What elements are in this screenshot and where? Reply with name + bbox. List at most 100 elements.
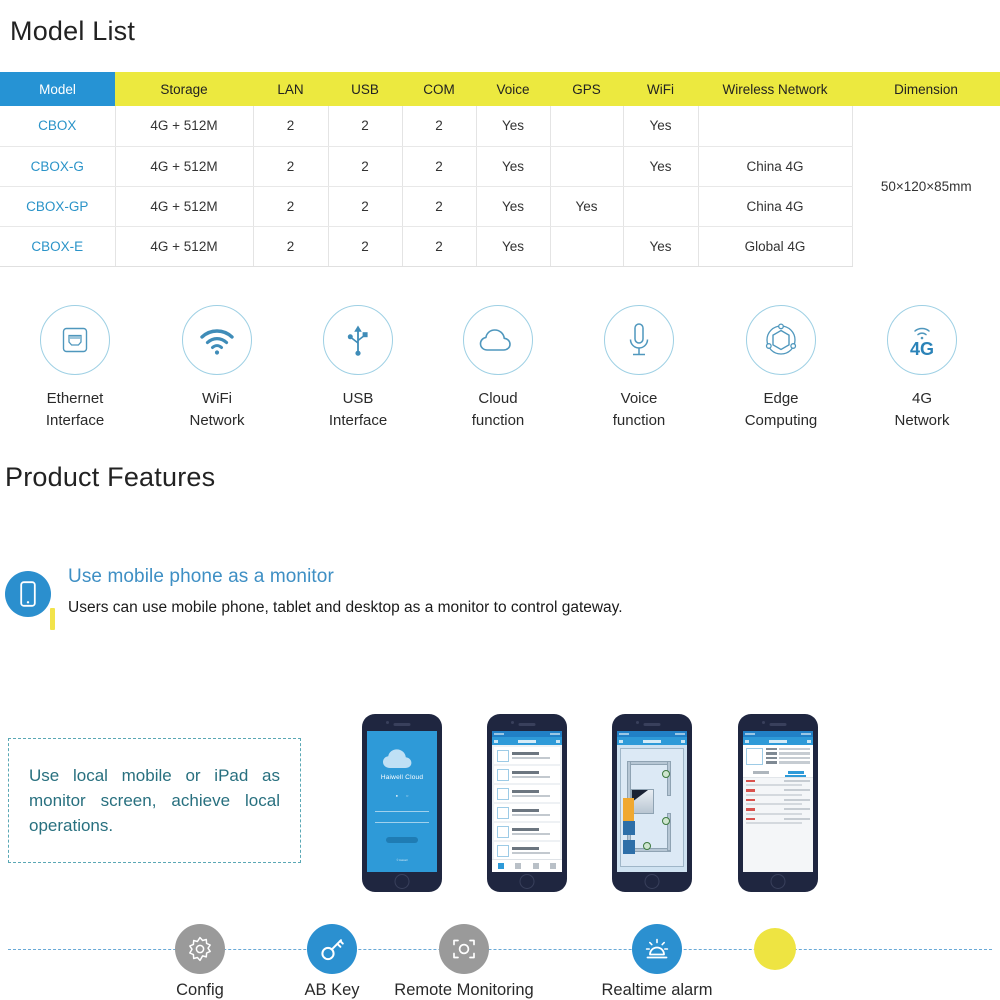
cell-voice: Yes: [476, 146, 551, 187]
login-options: ● ○: [395, 793, 409, 798]
4g-signal-icon: 4G: [887, 305, 957, 375]
list-item[interactable]: [494, 766, 560, 783]
control-button[interactable]: [623, 821, 635, 836]
cell-usb: 2: [328, 146, 403, 187]
cell-usb: 2: [328, 226, 403, 267]
wifi-icon: [182, 305, 252, 375]
column-header-model: Model: [0, 72, 115, 106]
front-camera-icon: [511, 721, 514, 724]
valve-icon[interactable]: [661, 770, 670, 779]
camera-focus-icon[interactable]: [439, 924, 489, 974]
column-header-usb: USB: [328, 72, 402, 106]
tab-bar[interactable]: [492, 859, 562, 872]
home-button[interactable]: [770, 874, 786, 889]
list-item[interactable]: [494, 823, 560, 840]
cell-dimension: 50×120×85mm: [880, 178, 972, 194]
cloud-brand-label: Haiwell Cloud: [380, 774, 424, 781]
earpiece-icon: [518, 723, 536, 726]
list-item[interactable]: [494, 785, 560, 802]
capability-label: 4G Network: [857, 388, 987, 432]
device-thumb-icon: [497, 844, 509, 857]
capability-label-line1: Voice: [620, 390, 658, 407]
timeline-node-remote-monitoring[interactable]: Remote Monitoring: [384, 908, 544, 1000]
phone-screen: Haiwell Cloud ● ○ © Haiwell: [367, 731, 437, 872]
home-button[interactable]: [644, 874, 660, 889]
cell-gps: [550, 226, 624, 267]
column-header-wifi: WiFi: [623, 72, 698, 106]
front-camera-icon: [636, 721, 639, 724]
device-list[interactable]: [492, 745, 562, 872]
list-item: [746, 789, 810, 796]
timeline-node-endpoint: [695, 908, 855, 977]
table-row: CBOX-GP 4G + 512M 2 2 2 Yes Yes China 4G: [0, 186, 1000, 227]
usb-icon: [323, 305, 393, 375]
status-tag: [623, 798, 634, 825]
gear-icon[interactable]: [175, 924, 225, 974]
column-header-storage: Storage: [115, 72, 253, 106]
table-row: CBOX 4G + 512M 2 2 2 Yes Yes 50×120×85mm: [0, 106, 1000, 194]
hmi-canvas[interactable]: [620, 748, 684, 867]
capability-label: Voice function: [574, 388, 704, 432]
cell-wireless-network: China 4G: [698, 186, 853, 227]
tab-alarm-records[interactable]: [778, 769, 813, 777]
valve-icon[interactable]: [661, 816, 670, 825]
capability-ethernet: Ethernet Interface: [10, 305, 140, 432]
capability-label-line2: Interface: [45, 412, 105, 429]
microphone-icon: [604, 305, 674, 375]
cell-wifi: Yes: [623, 146, 699, 187]
capability-cloud: Cloud function: [433, 305, 563, 432]
phone-screen: [617, 731, 687, 872]
cell-wifi: [623, 186, 699, 227]
list-item[interactable]: [494, 804, 560, 821]
page-title-model-list: Model List: [10, 16, 136, 46]
capability-label: Edge Computing: [716, 388, 846, 432]
cell-wireless-network: China 4G: [698, 146, 853, 187]
tab-history[interactable]: [743, 769, 778, 777]
cell-voice: Yes: [476, 106, 551, 147]
capability-icon-row: Ethernet Interface WiFi Network USB Inte…: [0, 305, 1000, 445]
login-button[interactable]: [386, 837, 418, 843]
cell-wifi: Yes: [623, 106, 699, 147]
alarm-log-list: [743, 778, 813, 830]
alarm-detail-screen[interactable]: [743, 745, 813, 872]
home-button[interactable]: [519, 874, 535, 889]
password-input[interactable]: [375, 818, 429, 823]
list-item[interactable]: [494, 842, 560, 859]
product-page: Model List Model Storage LAN USB COM Voi…: [0, 0, 1000, 1000]
tab-profile[interactable]: [550, 863, 557, 869]
cell-lan: 2: [253, 226, 329, 267]
feature-description: Users can use mobile phone, tablet and d…: [68, 599, 623, 616]
column-header-dimension: Dimension: [852, 72, 1000, 106]
hmi-diagram-screen[interactable]: [617, 745, 687, 872]
table-row: CBOX-G 4G + 512M 2 2 2 Yes Yes China 4G: [0, 146, 1000, 187]
capability-label-line1: USB: [342, 390, 374, 407]
tab-messages[interactable]: [532, 863, 539, 869]
control-button[interactable]: [623, 840, 635, 855]
phone-mockup-hmi-diagram: [612, 714, 692, 892]
nav-bar: [617, 737, 687, 745]
key-icon[interactable]: [307, 924, 357, 974]
capability-label-line1: Edge: [763, 390, 799, 407]
cloud-login-screen: Haiwell Cloud ● ○ © Haiwell: [367, 731, 437, 872]
tab-alarms[interactable]: [515, 863, 522, 869]
capability-label-line2: Network: [189, 412, 245, 429]
cell-wireless-network: [698, 106, 853, 147]
phone-mockup-alarm-detail: [738, 714, 818, 892]
cloud-logo-icon: [383, 749, 412, 768]
accent-bar: [50, 608, 55, 630]
svg-text:4G: 4G: [910, 339, 934, 359]
cell-storage: 4G + 512M: [115, 146, 254, 187]
cell-gps: Yes: [550, 186, 624, 227]
cloud-icon: [463, 305, 533, 375]
cell-gps: [550, 146, 624, 187]
capability-4g: 4G 4G Network: [857, 305, 987, 432]
home-button[interactable]: [394, 874, 410, 889]
detail-tabs[interactable]: [743, 768, 813, 778]
list-item[interactable]: [494, 747, 560, 764]
alarm-sunrise-icon[interactable]: [632, 924, 682, 974]
username-input[interactable]: [375, 807, 429, 812]
device-thumb-icon: [497, 787, 509, 800]
tab-devices[interactable]: [497, 863, 504, 869]
phone-screen: [743, 731, 813, 872]
column-header-wireless-network: Wireless Network: [698, 72, 852, 106]
